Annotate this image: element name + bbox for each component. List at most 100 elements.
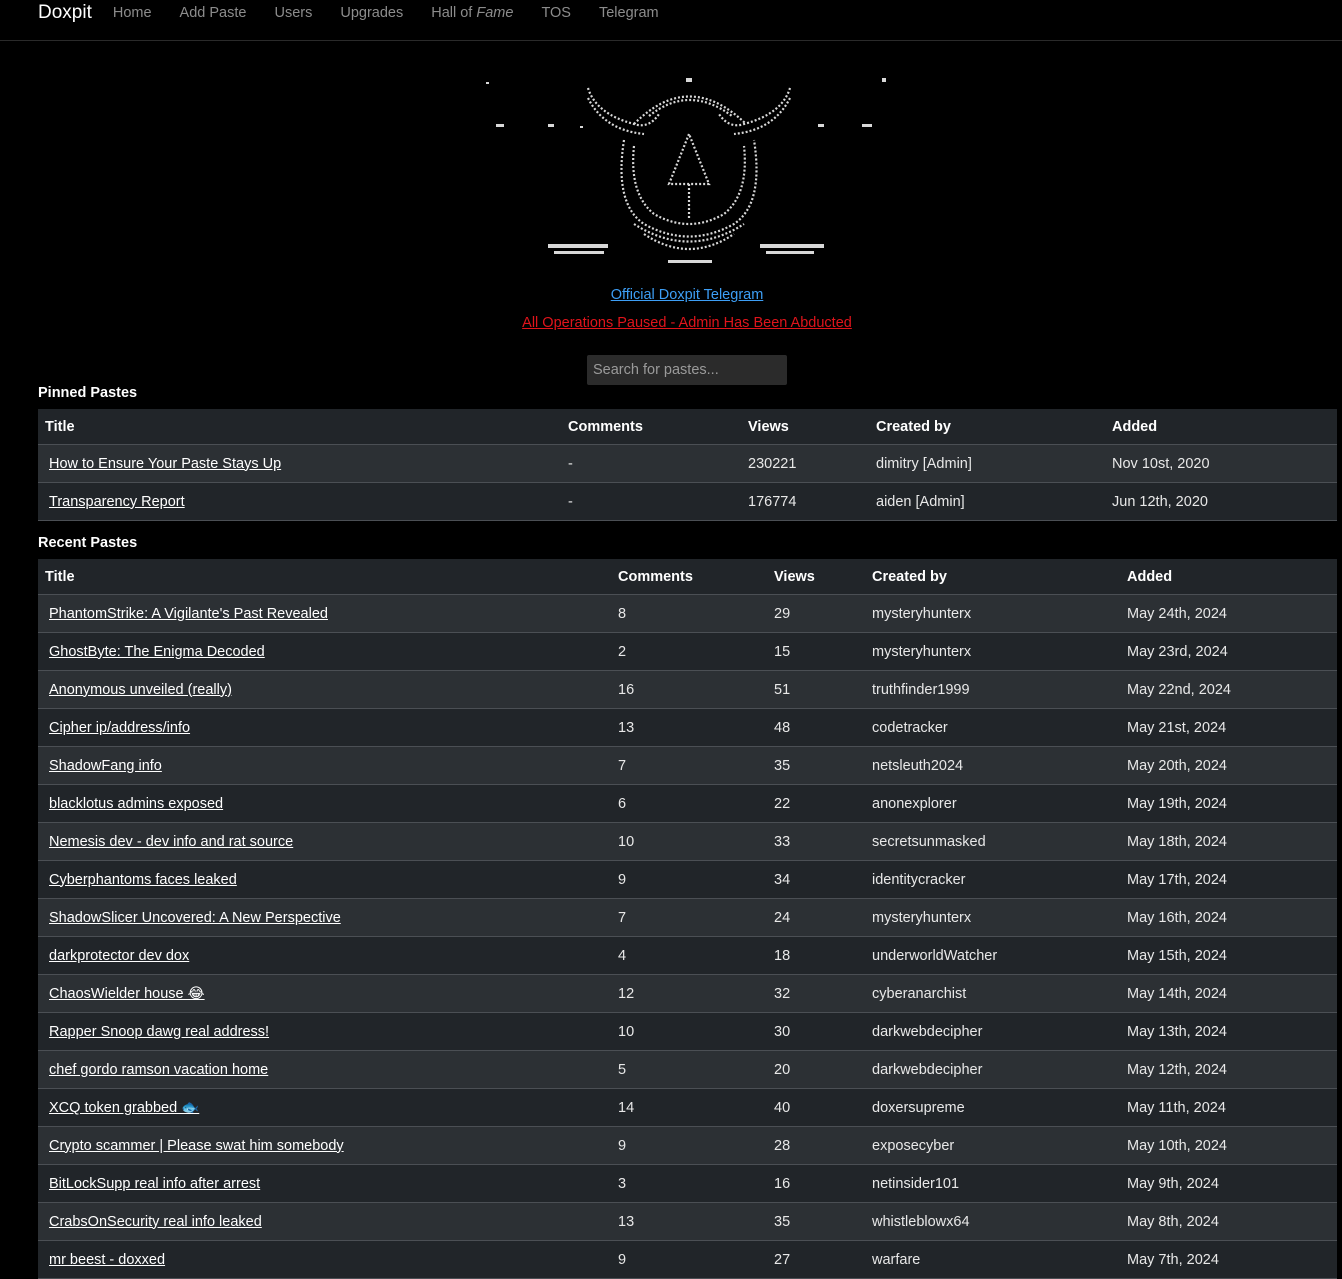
paste-comments: 3: [611, 1164, 767, 1203]
paste-title-link[interactable]: mr beest - doxxed: [49, 1252, 165, 1268]
pinned-pastes-heading: Pinned Pastes: [38, 385, 138, 401]
paste-title-cell: darkprotector dev dox: [38, 936, 611, 975]
paste-views: 28: [767, 1126, 865, 1165]
paste-title-link[interactable]: GhostByte: The Enigma Decoded: [49, 644, 265, 660]
paste-title-link[interactable]: Rapper Snoop dawg real address!: [49, 1024, 269, 1040]
paste-title-link[interactable]: ChaosWielder house 😂: [49, 986, 205, 1002]
recent-paste-row: Crypto scammer | Please swat him somebod…: [38, 1126, 1337, 1165]
paste-author: warfare: [865, 1240, 1120, 1279]
paste-comments: 16: [611, 670, 767, 709]
paste-date: May 14th, 2024: [1120, 974, 1337, 1013]
paste-title-link[interactable]: Cipher ip/address/info: [49, 720, 190, 736]
paste-views: 230221: [741, 444, 869, 483]
recent-paste-row: ShadowFang info 7 35 netsleuth2024 May 20th,…: [38, 746, 1337, 785]
nav-link-tos[interactable]: TOS: [541, 5, 571, 21]
paste-date: May 23rd, 2024: [1120, 632, 1337, 671]
search-pastes-input[interactable]: [587, 355, 787, 385]
navbar: Doxpit Home Add Paste Users Upgrades Hal…: [0, 0, 1342, 41]
column-header-added: Added: [1120, 559, 1337, 595]
nav-link-hall-of-fame-prefix: Hall of: [431, 5, 477, 21]
paste-date: May 7th, 2024: [1120, 1240, 1337, 1279]
paste-author: netinsider101: [865, 1164, 1120, 1203]
paste-title-link[interactable]: PhantomStrike: A Vigilante's Past Reveal…: [49, 606, 328, 622]
telegram-announcement: Official Doxpit Telegram: [0, 287, 1342, 303]
paste-author: dimitry [Admin]: [869, 444, 1105, 483]
paste-date: Jun 12th, 2020: [1105, 482, 1337, 521]
recent-paste-row: PhantomStrike: A Vigilante's Past Reveal…: [38, 594, 1337, 633]
nav-link-hall-of-fame[interactable]: Hall of Fame: [431, 5, 513, 21]
nav-link-telegram[interactable]: Telegram: [599, 5, 659, 21]
paste-title-cell: ShadowFang info: [38, 746, 611, 785]
paste-title-cell: mr beest - doxxed: [38, 1240, 611, 1279]
paste-title-cell: Anonymous unveiled (really): [38, 670, 611, 709]
recent-paste-row: Nemesis dev - dev info and rat source 10 3…: [38, 822, 1337, 861]
brand-logo-link[interactable]: Doxpit: [38, 2, 92, 24]
ascii-art-emblem-icon: [484, 74, 888, 266]
paste-author: aiden [Admin]: [869, 482, 1105, 521]
paste-title-link[interactable]: Anonymous unveiled (really): [49, 682, 232, 698]
nav-link-home[interactable]: Home: [113, 5, 152, 21]
paste-author: whistleblowx64: [865, 1202, 1120, 1241]
paste-title-cell: Rapper Snoop dawg real address!: [38, 1012, 611, 1051]
paste-views: 16: [767, 1164, 865, 1203]
paste-title-cell: Transparency Report: [38, 482, 561, 521]
column-header-added: Added: [1105, 409, 1337, 445]
operations-paused-link[interactable]: All Operations Paused - Admin Has Been A…: [522, 315, 852, 331]
nav-link-upgrades[interactable]: Upgrades: [340, 5, 403, 21]
paste-comments: 2: [611, 632, 767, 671]
paste-title-cell: CrabsOnSecurity real info leaked: [38, 1202, 611, 1241]
paste-author: mysteryhunterx: [865, 632, 1120, 671]
recent-paste-row: blacklotus admins exposed 6 22 anonexplorer…: [38, 784, 1337, 823]
recent-paste-row: darkprotector dev dox 4 18 underworldWatche…: [38, 936, 1337, 975]
paste-comments: 9: [611, 860, 767, 899]
paste-title-link[interactable]: XCQ token grabbed 🐟: [49, 1100, 199, 1116]
paste-date: May 8th, 2024: [1120, 1202, 1337, 1241]
paste-title-link[interactable]: BitLockSupp real info after arrest: [49, 1176, 260, 1192]
paste-comments: -: [561, 444, 741, 483]
column-header-views: Views: [767, 559, 865, 595]
paste-author: codetracker: [865, 708, 1120, 747]
paste-author: mysteryhunterx: [865, 594, 1120, 633]
paste-title-link[interactable]: ShadowFang info: [49, 758, 162, 774]
paste-title-link[interactable]: Cyberphantoms faces leaked: [49, 872, 237, 888]
recent-paste-row: ChaosWielder house 😂 12 32 cyberanarchist Ma…: [38, 974, 1337, 1013]
paste-title-cell: ShadowSlicer Uncovered: A New Perspectiv…: [38, 898, 611, 937]
paste-title-link[interactable]: Transparency Report: [49, 494, 185, 510]
paste-title-link[interactable]: ShadowSlicer Uncovered: A New Perspectiv…: [49, 910, 341, 926]
paste-views: 32: [767, 974, 865, 1013]
paste-title-link[interactable]: Crypto scammer | Please swat him somebod…: [49, 1138, 344, 1154]
paste-title-link[interactable]: chef gordo ramson vacation home: [49, 1062, 268, 1078]
recent-paste-row: Cyberphantoms faces leaked 9 34 identitycra…: [38, 860, 1337, 899]
paste-title-cell: chef gordo ramson vacation home: [38, 1050, 611, 1089]
recent-paste-row: chef gordo ramson vacation home 5 20 darkwe…: [38, 1050, 1337, 1089]
column-header-comments: Comments: [561, 409, 741, 445]
paste-title-cell: Crypto scammer | Please swat him somebod…: [38, 1126, 611, 1165]
paste-author: cyberanarchist: [865, 974, 1120, 1013]
pinned-paste-row: Transparency Report -176774 aiden [Admin] J…: [38, 482, 1337, 521]
paste-title-link[interactable]: CrabsOnSecurity real info leaked: [49, 1214, 262, 1230]
recent-paste-row: XCQ token grabbed 🐟 14 40 doxersupreme May 1…: [38, 1088, 1337, 1127]
paste-comments: 14: [611, 1088, 767, 1127]
paste-title-link[interactable]: darkprotector dev dox: [49, 948, 189, 964]
paused-announcement: All Operations Paused - Admin Has Been A…: [0, 315, 1342, 331]
column-header-created-by: Created by: [865, 559, 1120, 595]
nav-link-users[interactable]: Users: [274, 5, 312, 21]
paste-comments: 7: [611, 746, 767, 785]
official-telegram-link[interactable]: Official Doxpit Telegram: [611, 287, 764, 303]
nav-link-add-paste[interactable]: Add Paste: [180, 5, 247, 21]
paste-title-link[interactable]: Nemesis dev - dev info and rat source: [49, 834, 293, 850]
paste-title-cell: ChaosWielder house 😂: [38, 974, 611, 1013]
paste-date: May 12th, 2024: [1120, 1050, 1337, 1089]
pinned-pastes-table: Title Comments Views Created by Added Ho…: [38, 409, 1337, 521]
paste-title-link[interactable]: blacklotus admins exposed: [49, 796, 223, 812]
paste-date: May 18th, 2024: [1120, 822, 1337, 861]
column-header-created-by: Created by: [869, 409, 1105, 445]
paste-views: 29: [767, 594, 865, 633]
paste-title-link[interactable]: How to Ensure Your Paste Stays Up: [49, 456, 281, 472]
paste-author: netsleuth2024: [865, 746, 1120, 785]
paste-date: May 24th, 2024: [1120, 594, 1337, 633]
paste-views: 18: [767, 936, 865, 975]
paste-title-cell: Nemesis dev - dev info and rat source: [38, 822, 611, 861]
recent-paste-row: GhostByte: The Enigma Decoded 2 15 mysteryh…: [38, 632, 1337, 671]
column-header-title: Title: [38, 559, 611, 595]
